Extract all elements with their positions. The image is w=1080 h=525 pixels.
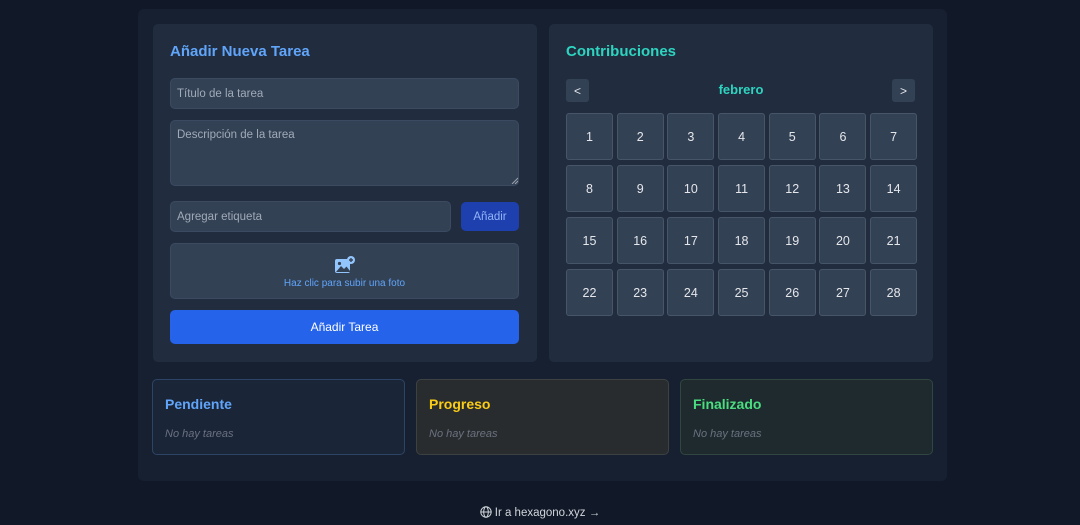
app-container: Añadir Nueva Tarea Añadir Haz clic para … xyxy=(138,9,947,481)
add-task-title: Añadir Nueva Tarea xyxy=(170,43,310,60)
column-title: Progreso xyxy=(429,396,491,412)
task-title-input[interactable] xyxy=(170,78,519,109)
empty-message: No hay tareas xyxy=(165,428,234,440)
calendar-day[interactable]: 6 xyxy=(819,113,867,160)
column-pending: Pendiente No hay tareas xyxy=(152,379,405,455)
column-title: Pendiente xyxy=(165,396,232,412)
calendar-day[interactable]: 7 xyxy=(870,113,918,160)
calendar-day[interactable]: 20 xyxy=(819,217,867,264)
calendar-day[interactable]: 25 xyxy=(718,269,766,316)
upload-label: Haz clic para subir una foto xyxy=(283,278,406,289)
calendar-day[interactable]: 24 xyxy=(667,269,715,316)
calendar-day[interactable]: 23 xyxy=(616,269,664,316)
globe-icon xyxy=(480,506,492,518)
task-description-input[interactable] xyxy=(170,120,519,186)
empty-message: No hay tareas xyxy=(429,428,498,440)
column-progress: Progreso No hay tareas xyxy=(416,379,669,455)
contributions-panel: Contribuciones < febrero > 1 2 3 4 5 6 7 8 9 10 11… xyxy=(549,24,933,362)
calendar-day[interactable]: 16 xyxy=(616,217,664,264)
photo-upload-area[interactable]: Haz clic para subir una foto xyxy=(170,243,519,299)
calendar-day[interactable]: 5 xyxy=(768,113,816,160)
calendar-day[interactable]: 9 xyxy=(616,165,664,212)
calendar-day[interactable]: 4 xyxy=(718,113,766,160)
calendar-day[interactable]: 3 xyxy=(667,113,715,160)
calendar-grid: 1 2 3 4 5 6 7 8 9 10 11 12 13 14 15 16 17 18 19 20 21 22 23 24 2… xyxy=(566,113,918,316)
next-month-button[interactable]: > xyxy=(892,79,915,102)
empty-message: No hay tareas xyxy=(693,428,762,440)
add-tag-button[interactable]: Añadir xyxy=(461,202,519,231)
hexagono-link[interactable]: Ir a hexagono.xyz → xyxy=(0,506,1080,519)
calendar-day[interactable]: 8 xyxy=(566,165,613,212)
calendar-day[interactable]: 28 xyxy=(870,269,918,316)
footer-link-label: Ir a hexagono.xyz → xyxy=(494,507,601,519)
calendar-day[interactable]: 19 xyxy=(768,217,816,264)
calendar-day[interactable]: 12 xyxy=(768,165,816,212)
add-task-button[interactable]: Añadir Tarea xyxy=(170,310,519,344)
calendar-day[interactable]: 18 xyxy=(718,217,766,264)
calendar-day[interactable]: 2 xyxy=(616,113,664,160)
column-title: Finalizado xyxy=(693,396,762,412)
calendar-day[interactable]: 14 xyxy=(870,165,918,212)
column-done: Finalizado No hay tareas xyxy=(680,379,933,455)
image-plus-icon xyxy=(335,256,355,273)
contributions-title: Contribuciones xyxy=(566,43,677,60)
current-month: febrero xyxy=(718,82,764,97)
calendar-day[interactable]: 1 xyxy=(566,113,613,160)
calendar-day[interactable]: 17 xyxy=(667,217,715,264)
calendar-day[interactable]: 13 xyxy=(819,165,867,212)
calendar-day[interactable]: 26 xyxy=(768,269,816,316)
resize-grip-icon[interactable] xyxy=(511,177,518,184)
calendar-day[interactable]: 10 xyxy=(667,165,715,212)
calendar-day[interactable]: 21 xyxy=(870,217,918,264)
add-task-panel: Añadir Nueva Tarea Añadir Haz clic para … xyxy=(153,24,537,362)
calendar-day[interactable]: 27 xyxy=(819,269,867,316)
calendar-day[interactable]: 15 xyxy=(566,217,613,264)
calendar-day[interactable]: 22 xyxy=(566,269,613,316)
tag-input[interactable] xyxy=(170,201,451,232)
previous-month-button[interactable]: < xyxy=(566,79,589,102)
calendar-day[interactable]: 11 xyxy=(718,165,766,212)
